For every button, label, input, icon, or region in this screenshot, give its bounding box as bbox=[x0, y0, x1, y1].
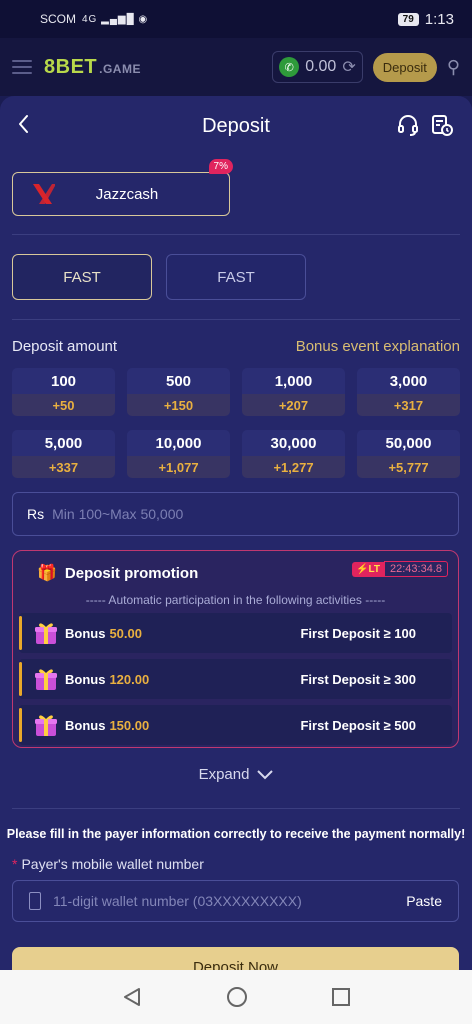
deposit-sheet: Deposit Jazzcash 7% FAST FAST Deposit am… bbox=[0, 96, 472, 970]
deposit-now-button[interactable]: Deposit Now bbox=[12, 947, 459, 970]
promotion-subtitle: ----- Automatic participation in the fol… bbox=[85, 593, 386, 607]
promotion-header: 🎁 Deposit promotion bbox=[37, 563, 198, 583]
amount-option[interactable]: 100 +50 bbox=[12, 368, 115, 416]
wallet-number-input[interactable] bbox=[53, 893, 407, 909]
clock: 1:13 bbox=[424, 10, 454, 28]
balance-widget: ✆ 0.00 ⟳ bbox=[272, 51, 363, 83]
amount-option[interactable]: 500 +150 bbox=[127, 368, 230, 416]
chevron-down-icon bbox=[257, 769, 274, 779]
system-nav-bar bbox=[0, 970, 472, 1024]
wallet-coin-icon: ✆ bbox=[279, 57, 300, 77]
deposit-promotion-card: 🎁 Deposit promotion ⚡LT 22:43:34.8 -----… bbox=[12, 550, 459, 748]
divider bbox=[12, 234, 460, 235]
gift-icon: 🎁 bbox=[37, 565, 57, 582]
signal-icon: 4G ▂▄▆█ ◉ bbox=[82, 13, 149, 25]
status-bar: SCOM 4G ▂▄▆█ ◉ 79 1:13 bbox=[0, 0, 472, 38]
amount-grid: 100 +50 500 +150 1,000 +207 3,000 +317 5,000… bbox=[12, 368, 460, 478]
jazzcash-logo-icon bbox=[25, 182, 55, 206]
amount-option[interactable]: 5,000 +337 bbox=[12, 430, 115, 478]
promotion-row: Bonus 150.00 First Deposit ≥ 500 bbox=[19, 705, 452, 745]
promotion-row: Bonus 120.00 First Deposit ≥ 300 bbox=[19, 659, 452, 699]
refresh-icon[interactable]: ⟳ bbox=[342, 57, 355, 77]
channel-fast-1[interactable]: FAST bbox=[12, 254, 152, 300]
amount-input-field: Rs bbox=[12, 492, 459, 536]
nav-back-icon[interactable] bbox=[121, 986, 143, 1008]
headset-support-icon[interactable] bbox=[396, 113, 420, 137]
promotion-title: Deposit promotion bbox=[64, 564, 199, 582]
page-title: Deposit bbox=[202, 114, 270, 137]
divider bbox=[12, 319, 460, 320]
promotion-timer: ⚡LT 22:43:34.8 bbox=[352, 561, 448, 577]
menu-icon[interactable] bbox=[12, 60, 32, 74]
wallet-number-field: Paste bbox=[12, 880, 459, 922]
battery-icon: 79 bbox=[397, 12, 419, 26]
currency-label: Rs bbox=[27, 506, 45, 522]
promotion-row: Bonus 50.00 First Deposit ≥ 100 bbox=[19, 613, 452, 653]
amount-header: Deposit amount Bonus event explanation bbox=[12, 338, 460, 355]
countdown-value: 22:43:34.8 bbox=[384, 561, 448, 577]
amount-option[interactable]: 30,000 +1,277 bbox=[242, 430, 345, 478]
gift-box-icon bbox=[35, 715, 57, 736]
wallet-field-label: * Payer's mobile wallet number bbox=[12, 856, 204, 872]
amount-option[interactable]: 50,000 +5,777 bbox=[357, 430, 460, 478]
sheet-header: Deposit bbox=[0, 96, 472, 156]
deposit-amount-label: Deposit amount bbox=[12, 338, 118, 355]
payment-method-jazzcash[interactable]: Jazzcash 7% bbox=[12, 159, 233, 216]
app-top-bar: 8BET .GAME ✆ 0.00 ⟳ Deposit ⚲ bbox=[0, 38, 472, 96]
deposit-history-icon[interactable] bbox=[430, 113, 454, 137]
bonus-percent-badge: 7% bbox=[208, 159, 233, 174]
paste-button[interactable]: Paste bbox=[406, 893, 442, 909]
carrier-label: SCOM bbox=[40, 12, 76, 26]
bonus-explanation-link[interactable]: Bonus event explanation bbox=[296, 338, 460, 355]
lightning-icon: ⚡LT bbox=[352, 561, 384, 577]
back-arrow-icon[interactable] bbox=[12, 112, 36, 136]
gift-box-icon bbox=[35, 623, 57, 644]
payment-method-label: Jazzcash bbox=[95, 185, 159, 203]
search-icon[interactable]: ⚲ bbox=[447, 57, 460, 78]
amount-option[interactable]: 10,000 +1,077 bbox=[127, 430, 230, 478]
amount-option[interactable]: 3,000 +317 bbox=[357, 368, 460, 416]
channel-fast-2[interactable]: FAST bbox=[166, 254, 306, 300]
app-logo: 8BET .GAME bbox=[44, 55, 141, 78]
required-mark: * bbox=[12, 856, 18, 872]
nav-recents-icon[interactable] bbox=[331, 987, 351, 1007]
nav-home-icon[interactable] bbox=[226, 986, 248, 1008]
gift-box-icon bbox=[35, 669, 57, 690]
divider bbox=[12, 808, 460, 809]
phone-icon bbox=[29, 892, 41, 910]
balance-value: 0.00 bbox=[305, 58, 337, 75]
top-deposit-button[interactable]: Deposit bbox=[372, 52, 437, 82]
amount-option[interactable]: 1,000 +207 bbox=[242, 368, 345, 416]
payer-notice: Please fill in the payer information cor… bbox=[6, 827, 466, 841]
expand-button[interactable]: Expand bbox=[0, 766, 472, 783]
amount-input[interactable] bbox=[52, 506, 444, 522]
